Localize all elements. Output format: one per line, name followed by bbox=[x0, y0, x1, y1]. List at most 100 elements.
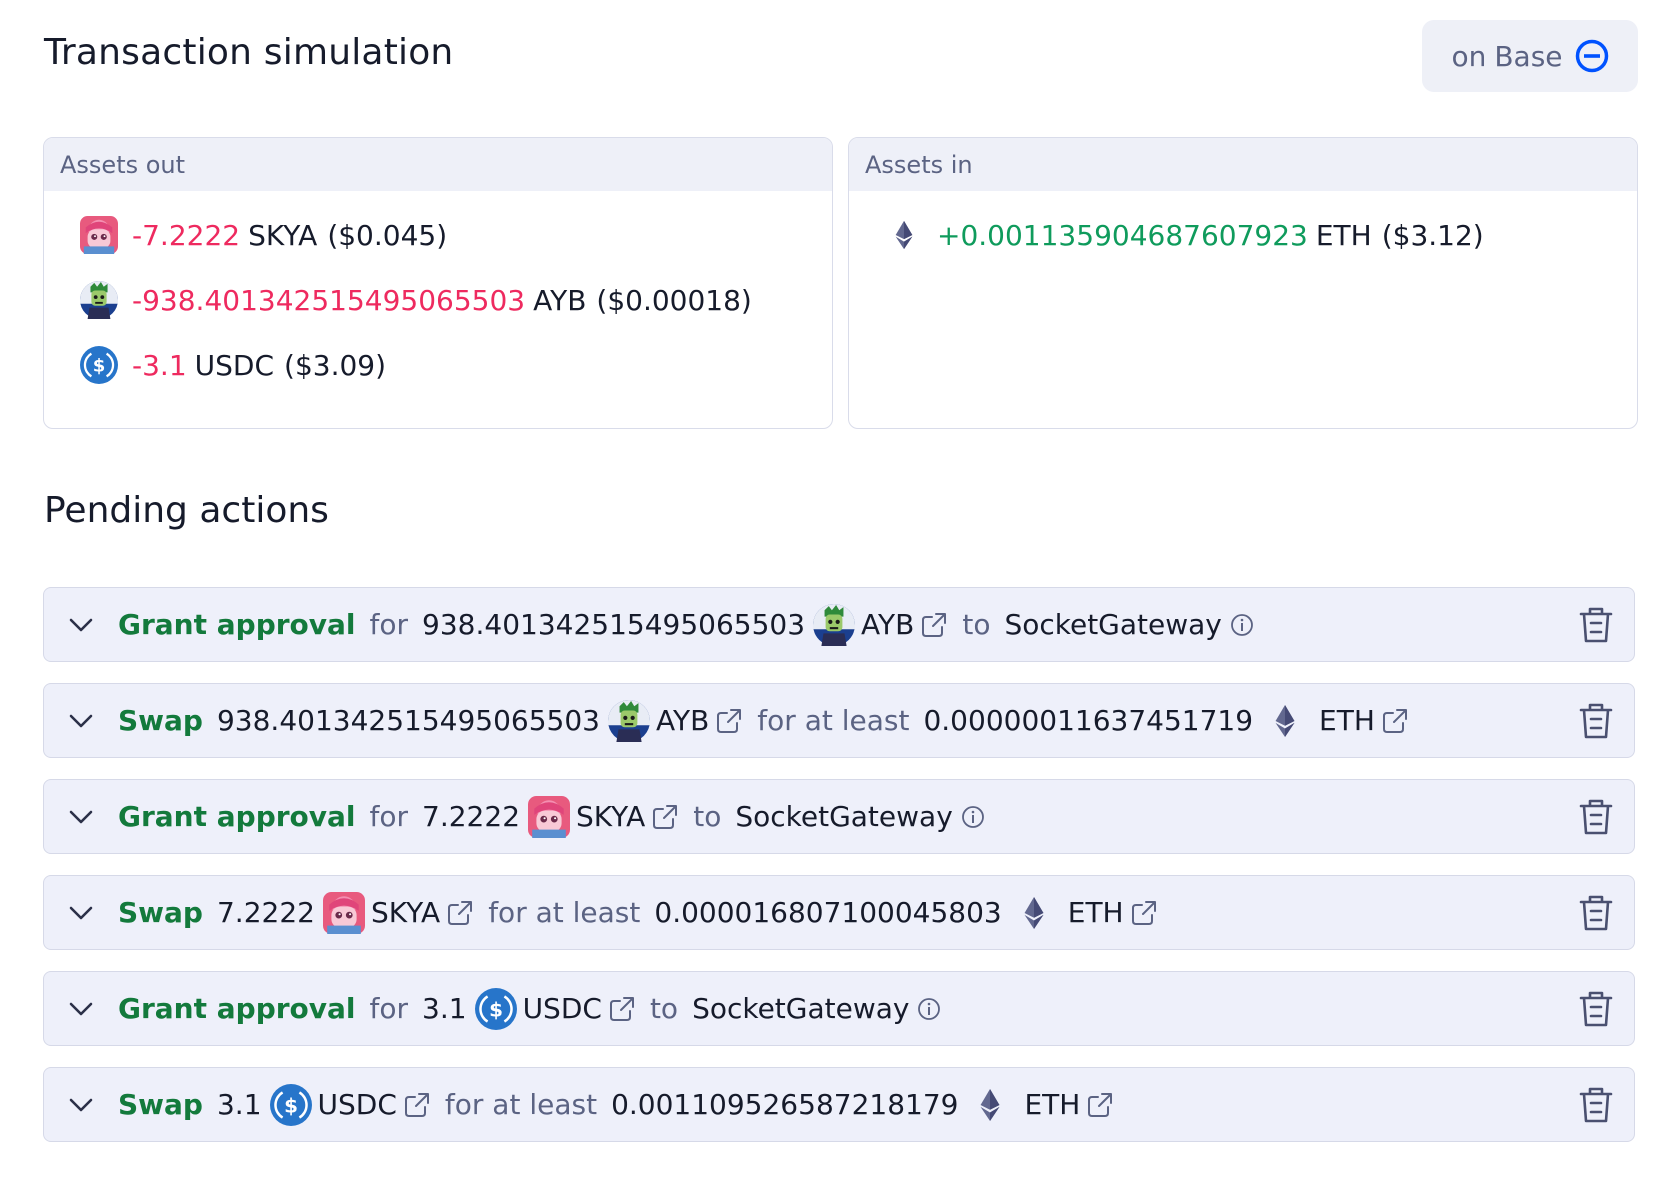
approval-amount: 7.2222 bbox=[422, 800, 521, 833]
svg-text:$: $ bbox=[93, 356, 106, 377]
grant-approval-action[interactable]: Grant approval for 7.2222 SKYA to SocketGate… bbox=[43, 779, 1635, 854]
trash-icon[interactable] bbox=[1578, 1086, 1614, 1124]
network-name: Base bbox=[1494, 39, 1563, 73]
ayb-token-icon bbox=[80, 281, 118, 319]
approval-amount: 938.401342515495065503 bbox=[422, 608, 806, 641]
for-at-least-word: for at least bbox=[488, 896, 641, 929]
network-badge[interactable]: on Base bbox=[1422, 20, 1638, 92]
external-link-icon[interactable] bbox=[1381, 707, 1409, 735]
external-link-icon[interactable] bbox=[446, 899, 474, 927]
chevron-down-icon[interactable] bbox=[66, 706, 96, 736]
asset-amount: +0.001135904687607923 bbox=[937, 218, 1308, 252]
grant-approval-action[interactable]: Grant approval for 938.401342515495065503 … bbox=[43, 587, 1635, 662]
action-verb: Swap bbox=[118, 1088, 203, 1121]
to-word: to bbox=[693, 800, 722, 833]
info-icon[interactable] bbox=[1230, 613, 1254, 637]
assets-out-header: Assets out bbox=[44, 138, 832, 191]
usdc-token-icon: $ bbox=[269, 1083, 312, 1126]
spender-name: SocketGateway bbox=[692, 992, 910, 1025]
out-token-symbol: ETH bbox=[1319, 704, 1375, 737]
action-verb: Swap bbox=[118, 704, 203, 737]
asset-row: -7.2222 SKYA ($0.045) bbox=[80, 213, 832, 257]
external-link-icon[interactable] bbox=[920, 611, 948, 639]
asset-symbol: USDC bbox=[194, 348, 275, 382]
asset-usd-value: ($3.09) bbox=[284, 348, 387, 382]
action-verb: Swap bbox=[118, 896, 203, 929]
min-out-amount: 0.001109526587218179 bbox=[611, 1088, 959, 1121]
asset-amount: -7.2222 bbox=[132, 218, 241, 252]
ayb-token-icon bbox=[813, 603, 856, 646]
chevron-down-icon[interactable] bbox=[66, 802, 96, 832]
spender-name: SocketGateway bbox=[735, 800, 953, 833]
asset-amount: -3.1 bbox=[132, 348, 187, 382]
assets-out-list: -7.2222 SKYA ($0.045) -938.401342515495065… bbox=[44, 191, 832, 387]
external-link-icon[interactable] bbox=[608, 995, 636, 1023]
network-prefix: on bbox=[1451, 39, 1487, 73]
grant-approval-action[interactable]: Grant approval for 3.1 $ USDC to SocketGatewa… bbox=[43, 971, 1635, 1046]
trash-icon[interactable] bbox=[1578, 798, 1614, 836]
usdc-token-icon: $ bbox=[474, 987, 517, 1030]
assets-out-panel: Assets out -7.2222 SKYA ($0.045) -938.4013… bbox=[43, 137, 833, 429]
action-verb: Grant approval bbox=[118, 800, 356, 833]
chevron-down-icon[interactable] bbox=[66, 994, 96, 1024]
token-symbol: AYB bbox=[861, 608, 915, 641]
token-symbol: USDC bbox=[317, 1088, 397, 1121]
eth-token-icon bbox=[976, 1088, 1004, 1122]
for-word: for bbox=[369, 608, 409, 641]
asset-row: $ -3.1 USDC ($3.09) bbox=[80, 343, 832, 387]
usdc-token-icon: $ bbox=[80, 346, 118, 384]
for-at-least-word: for at least bbox=[444, 1088, 598, 1121]
info-icon[interactable] bbox=[917, 997, 941, 1021]
trash-icon[interactable] bbox=[1578, 894, 1614, 932]
for-at-least-word: for at least bbox=[757, 704, 910, 737]
asset-amount: -938.401342515495065503 bbox=[132, 283, 526, 317]
swap-amount: 3.1 bbox=[216, 1088, 262, 1121]
chevron-down-icon[interactable] bbox=[66, 610, 96, 640]
skya-token-icon bbox=[80, 216, 118, 254]
asset-symbol: SKYA bbox=[248, 218, 318, 252]
external-link-icon[interactable] bbox=[1130, 899, 1158, 927]
chevron-down-icon[interactable] bbox=[66, 1090, 96, 1120]
svg-text:$: $ bbox=[284, 1093, 298, 1117]
external-link-icon[interactable] bbox=[715, 707, 743, 735]
trash-icon[interactable] bbox=[1578, 702, 1614, 740]
asset-row: -938.401342515495065503 AYB ($0.00018) bbox=[80, 278, 832, 322]
swap-action[interactable]: Swap 3.1 $ USDC for at least 0.0011095265872… bbox=[43, 1067, 1635, 1142]
asset-usd-value: ($0.045) bbox=[327, 218, 448, 252]
info-icon[interactable] bbox=[961, 805, 985, 829]
asset-symbol: ETH bbox=[1315, 218, 1372, 252]
eth-token-icon bbox=[1271, 704, 1299, 738]
external-link-icon[interactable] bbox=[1086, 1091, 1114, 1119]
chevron-down-icon[interactable] bbox=[66, 898, 96, 928]
asset-row: +0.001135904687607923 ETH ($3.12) bbox=[885, 213, 1637, 257]
swap-action[interactable]: Swap 7.2222 SKYA for at least 0.00001680710… bbox=[43, 875, 1635, 950]
token-symbol: SKYA bbox=[576, 800, 646, 833]
skya-token-icon bbox=[528, 795, 571, 838]
svg-text:$: $ bbox=[489, 997, 503, 1021]
swap-amount: 938.401342515495065503 bbox=[216, 704, 600, 737]
assets-in-header: Assets in bbox=[849, 138, 1637, 191]
asset-usd-value: ($3.12) bbox=[1381, 218, 1484, 252]
to-word: to bbox=[962, 608, 991, 641]
trash-icon[interactable] bbox=[1578, 606, 1614, 644]
min-out-amount: 0.000016807100045803 bbox=[654, 896, 1002, 929]
token-symbol: USDC bbox=[522, 992, 602, 1025]
skya-token-icon bbox=[322, 891, 365, 934]
out-token-symbol: ETH bbox=[1024, 1088, 1081, 1121]
min-out-amount: 0.00000011637451719 bbox=[923, 704, 1254, 737]
assets-in-list: +0.001135904687607923 ETH ($3.12) bbox=[849, 191, 1637, 257]
eth-token-icon bbox=[1020, 896, 1048, 930]
pending-actions-list: Grant approval for 938.401342515495065503 … bbox=[43, 587, 1635, 1163]
external-link-icon[interactable] bbox=[403, 1091, 431, 1119]
assets-in-panel: Assets in +0.001135904687607923 ETH ($3.12… bbox=[848, 137, 1638, 429]
base-network-icon bbox=[1575, 39, 1608, 73]
out-token-symbol: ETH bbox=[1067, 896, 1124, 929]
trash-icon[interactable] bbox=[1578, 990, 1614, 1028]
external-link-icon[interactable] bbox=[651, 803, 679, 831]
swap-amount: 7.2222 bbox=[216, 896, 315, 929]
token-symbol: AYB bbox=[656, 704, 710, 737]
to-word: to bbox=[649, 992, 679, 1025]
ayb-token-icon bbox=[608, 699, 650, 742]
eth-token-icon bbox=[885, 216, 923, 254]
swap-action[interactable]: Swap 938.401342515495065503 AYB for at lea… bbox=[43, 683, 1635, 758]
